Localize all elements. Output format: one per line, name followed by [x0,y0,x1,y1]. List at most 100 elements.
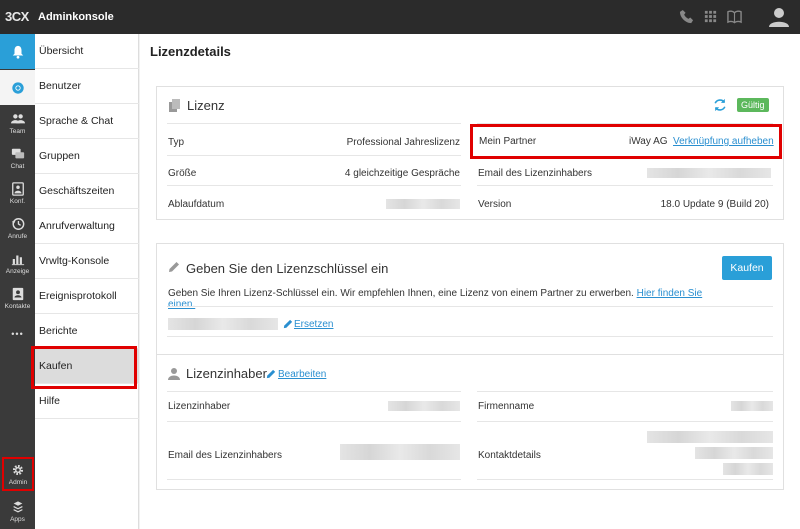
icon-rail: Team Chat Konf. Anrufe Anzeige Kontakte … [0,34,35,529]
app-title: Adminkonsole [38,11,114,23]
conference-icon [11,182,24,196]
rail-label-chat: Chat [10,163,25,170]
license-holder-card: Lizenzinhaber Bearbeiten Lizenzinhaber E… [156,354,784,490]
license-icon [169,99,180,112]
groesse-label: Größe [168,168,197,179]
description-text: Geben Sie Ihren Lizenz-Schlüssel ein. Wi… [168,288,634,299]
version-value: 18.0 Update 9 (Build 20) [660,199,769,210]
bar-chart-icon [11,255,24,266]
divider [167,421,461,422]
contacts-icon [12,287,23,301]
subnav-item-hilfe[interactable]: Hilfe [35,384,139,419]
kaufen-highlight [31,346,137,389]
redacted-value [647,431,773,443]
divider [167,155,461,156]
rail-more[interactable]: ••• [0,316,35,351]
rail-label-konf: Konf. [9,198,26,205]
top-icons [679,9,742,24]
apps-icon [12,501,23,513]
subnav-item-gruppen[interactable]: Gruppen [35,139,139,174]
rail-dashboard[interactable]: Anzeige [0,246,35,281]
company-label: Firmenname [478,401,535,412]
phone-icon[interactable] [679,9,694,24]
groesse-value: 4 gleichzeitige Gespräche [344,168,460,179]
license-key-title: Geben Sie den Lizenzschlüssel ein [186,261,389,276]
redacted-license-key [168,318,278,330]
buy-button[interactable]: Kaufen [722,256,772,280]
contact-label: Kontaktdetails [478,450,541,461]
rail-calls[interactable]: Anrufe [0,211,35,246]
edit-holder-link[interactable]: Bearbeiten [278,369,326,380]
history-icon [11,218,24,230]
rail-apps[interactable]: Apps [0,494,35,529]
replace-key-link[interactable]: Ersetzen [294,319,333,330]
book-icon[interactable] [727,9,742,24]
divider [477,185,773,186]
divider [167,336,773,337]
rail-label-kontakte: Kontakte [4,303,31,310]
unlink-partner-link[interactable]: Verknüpfung aufheben [673,136,774,147]
divider [167,123,461,124]
rail-contacts[interactable]: Kontakte [0,281,35,316]
rail-label-anrufe: Anrufe [7,233,28,240]
email-label: Email des Lizenzinhabers [478,168,592,179]
holder-email-label: Email des Lizenzinhabers [168,450,282,461]
rail-conference[interactable]: Konf. [0,176,35,211]
version-label: Version [478,199,512,210]
redacted-value [723,463,773,475]
divider [167,306,773,307]
divider [477,391,773,392]
team-icon [10,114,25,124]
gear-icon [12,464,24,475]
redacted-value [388,401,460,411]
redacted-value [386,199,460,209]
subnav-item-uebersicht[interactable]: Übersicht [35,34,139,69]
rail-admin[interactable]: Admin [2,457,34,491]
holder-name-label: Lizenzinhaber [168,401,231,412]
more-icon: ••• [11,328,24,339]
user-icon [168,368,180,380]
subnav-item-benutzer[interactable]: Benutzer [35,69,139,104]
rail-chat[interactable]: Chat [0,141,35,176]
redacted-value [340,444,460,460]
subnav-item-berichte[interactable]: Berichte [35,314,139,349]
subnav-item-geschaeftszeiten[interactable]: Geschäftszeiten [35,174,139,209]
partner-label: Mein Partner [479,136,537,147]
license-holder-title: Lizenzinhaber [186,366,267,381]
divider [167,391,461,392]
rail-label-team: Team [9,128,26,135]
rail-label-apps: Apps [10,516,25,523]
subnav-item-vrwltg-konsole[interactable]: Vrwltg-Konsole [35,244,139,279]
main-content: Lizenzdetails Lizenz Gültig Typ Professi… [140,34,800,529]
top-bar: 3CX Adminkonsole [0,0,800,34]
pencil-icon [283,319,293,329]
redacted-value [695,447,773,459]
page-title: Lizenzdetails [150,44,231,59]
pencil-icon [169,262,179,272]
rail-team[interactable]: Team [0,106,35,141]
license-title: Lizenz [187,98,225,113]
rail-browser[interactable] [0,70,35,105]
partner-value: iWay AG [629,136,668,147]
subnav-item-ereignisprotokoll[interactable]: Ereignisprotokoll [35,279,139,314]
status-badge: Gültig [737,98,769,112]
admin-subnav: Übersicht Benutzer Sprache & Chat Gruppe… [35,34,139,529]
divider [477,479,773,480]
chat-icon [11,148,24,159]
typ-value: Professional Jahreslizenz [346,137,460,148]
redacted-value [647,168,771,178]
3cx-logo: 3CX [5,9,29,24]
redacted-value [731,401,773,411]
rail-notifications[interactable] [0,34,35,69]
typ-label: Typ [168,137,185,148]
dialpad-icon[interactable] [703,9,718,24]
subnav-item-sprache-chat[interactable]: Sprache & Chat [35,104,139,139]
subnav-item-anrufverwaltung[interactable]: Anrufverwaltung [35,209,139,244]
user-avatar-icon[interactable] [768,6,790,28]
rail-label-admin: Admin [8,478,28,486]
refresh-icon[interactable] [713,98,727,112]
divider [167,479,461,480]
rail-label-anzeige: Anzeige [5,268,30,275]
ablauf-label: Ablaufdatum [168,199,225,210]
divider [477,421,773,422]
